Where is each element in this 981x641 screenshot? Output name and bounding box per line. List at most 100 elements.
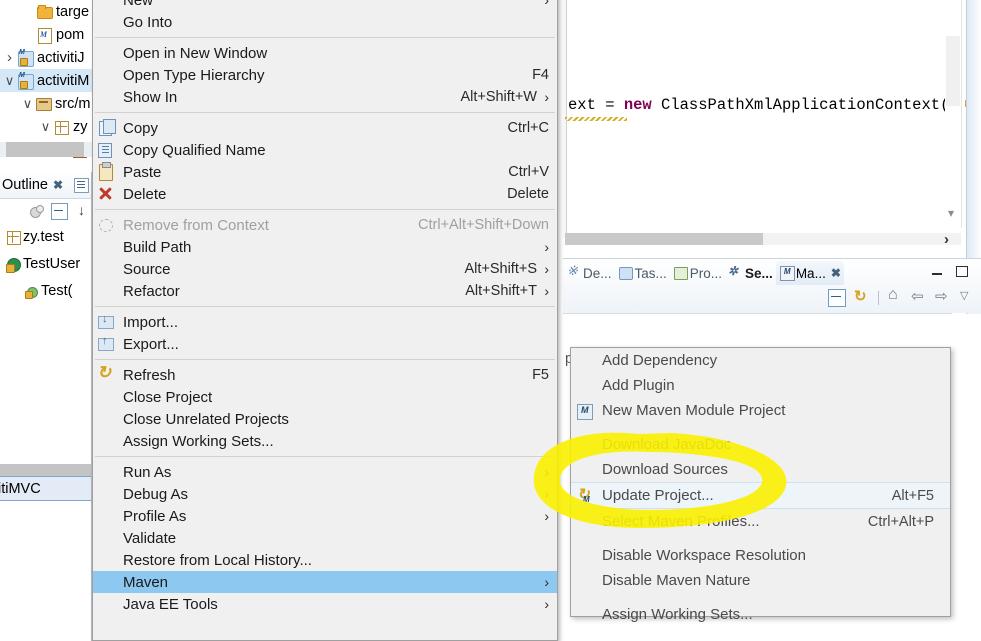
view-vscrollbar[interactable] (952, 313, 966, 493)
submenu-item-add-dependency[interactable]: Add Dependency (571, 348, 950, 373)
menu-item-validate[interactable]: Validate (93, 527, 557, 549)
chevron-down-icon[interactable]: ▾ (948, 206, 954, 220)
maven-submenu[interactable]: Add Dependency Add Plugin New Maven Module… (570, 347, 951, 623)
submenu-item-add-plugin[interactable]: Add Plugin (571, 373, 950, 398)
outline-item[interactable]: Test( (0, 277, 92, 304)
chevron-down-icon[interactable] (75, 202, 90, 219)
tab-se[interactable]: Se... (725, 261, 776, 285)
back-icon[interactable] (911, 287, 927, 306)
outline-tab[interactable]: Outline ✖ (0, 172, 92, 199)
menu-item-copy-qualified-name[interactable]: Copy Qualified Name (93, 139, 557, 161)
scrollbar-thumb[interactable] (565, 233, 763, 245)
menu-item-show-in[interactable]: Show In Alt+Shift+W › (93, 86, 557, 108)
menu-item-import[interactable]: Import... (93, 311, 557, 333)
tab-label: Tas... (634, 265, 667, 281)
tree-item[interactable]: activitiM (0, 69, 92, 92)
menu-item-refactor[interactable]: Refactor Alt+Shift+T › (93, 280, 557, 302)
menu-item-go-into[interactable]: Go Into (93, 11, 557, 33)
menu-item-close-unrelated-projects[interactable]: Close Unrelated Projects (93, 408, 557, 430)
editor-vscrollbar[interactable]: ▾ (945, 0, 961, 228)
view-menu-icon[interactable] (74, 178, 89, 193)
minimize-icon[interactable] (929, 263, 945, 279)
menu-item-debug-as[interactable]: Debug As › (93, 483, 557, 505)
view-menu-icon[interactable] (959, 289, 975, 306)
package-icon (52, 118, 71, 135)
view-tabs[interactable]: De... Tas... Pro... Se... Ma... ✖ (563, 259, 981, 287)
submenu-item-download-sources[interactable]: Download Sources (571, 457, 950, 482)
submenu-item-shortcut: Ctrl+Alt+P (867, 513, 934, 530)
editor-hscrollbar[interactable]: › (565, 231, 961, 245)
menu-item-restore-from-local-history[interactable]: Restore from Local History... (93, 549, 557, 571)
close-icon[interactable]: ✖ (53, 178, 63, 192)
menu-item-export[interactable]: Export... (93, 333, 557, 355)
submenu-item-select-maven-profiles[interactable]: Select Maven Profiles... Ctrl+Alt+P (571, 509, 950, 534)
menu-item-label: Remove from Context (123, 216, 269, 234)
collapse-all-icon[interactable] (51, 202, 68, 220)
submenu-item-disable-workspace-resolution[interactable]: Disable Workspace Resolution (571, 543, 950, 568)
maximize-icon[interactable] (953, 263, 969, 279)
menu-item-maven[interactable]: Maven › (93, 571, 557, 593)
update-project-icon (571, 485, 602, 505)
tree-item[interactable]: pom (0, 23, 92, 46)
tree-item[interactable]: zy (0, 115, 92, 138)
close-icon[interactable]: ✖ (831, 266, 841, 280)
chevron-down-icon[interactable] (3, 74, 16, 88)
menu-item-label: Build Path (123, 238, 192, 256)
tab-ma[interactable]: Ma... ✖ (775, 261, 844, 285)
menu-item-label: Refactor (123, 282, 180, 300)
submenu-item-new-maven-module-project[interactable]: New Maven Module Project (571, 398, 950, 423)
chevron-right-icon[interactable]: › (944, 231, 949, 245)
tasks-icon (618, 266, 633, 280)
debug-icon (566, 266, 581, 280)
scrollbar-thumb[interactable] (6, 142, 84, 157)
menu-separator (95, 209, 555, 210)
chevron-right-icon[interactable] (3, 50, 16, 65)
outline-list[interactable]: zy.test TestUser Test( (0, 223, 92, 304)
code-line: ext = new ClassPathXmlApplicationContext… (568, 96, 959, 114)
menu-item-source[interactable]: Source Alt+Shift+S › (93, 258, 557, 280)
tree-item[interactable]: src/m (0, 92, 92, 115)
menu-item-paste[interactable]: Paste Ctrl+V (93, 161, 557, 183)
refresh-icon[interactable] (854, 287, 870, 306)
tree-item-label: activitiJ (37, 49, 85, 66)
menu-item-java-ee-tools[interactable]: Java EE Tools › (93, 593, 557, 615)
menu-icon-slot (571, 352, 602, 370)
chevron-down-icon[interactable] (39, 120, 52, 134)
tab-de[interactable]: De... (563, 261, 615, 285)
collapse-all-icon[interactable] (828, 289, 846, 307)
package-explorer-hscrollbar[interactable] (0, 142, 92, 157)
menu-item-profile-as[interactable]: Profile As › (93, 505, 557, 527)
menu-item-build-path[interactable]: Build Path › (93, 236, 557, 258)
chevron-down-icon[interactable] (21, 97, 34, 111)
outline-item[interactable]: TestUser (0, 250, 92, 277)
menu-item-refresh[interactable]: Refresh F5 (93, 364, 557, 386)
menu-icon-slot (93, 463, 123, 481)
menu-item-assign-working-sets[interactable]: Assign Working Sets... (93, 430, 557, 452)
menu-item-delete[interactable]: Delete Delete (93, 183, 557, 205)
menu-item-open-in-new-window[interactable]: Open in New Window (93, 42, 557, 64)
menu-item-shortcut: Ctrl+V (508, 164, 549, 180)
code-editor[interactable]: ext = new ClassPathXmlApplicationContext… (563, 0, 981, 245)
outline-item[interactable]: zy.test (0, 223, 92, 250)
submenu-item-assign-working-sets[interactable]: Assign Working Sets... (571, 602, 950, 627)
submenu-item-download-javadoc[interactable]: Download JavaDoc (571, 432, 950, 457)
scrollbar-thumb[interactable] (946, 36, 960, 106)
sort-icon[interactable] (29, 204, 44, 219)
forward-icon[interactable] (935, 287, 951, 306)
tab-tas[interactable]: Tas... (615, 261, 670, 285)
menu-icon-slot (93, 573, 123, 591)
menu-item-run-as[interactable]: Run As › (93, 461, 557, 483)
menu-item-open-type-hierarchy[interactable]: Open Type Hierarchy F4 (93, 64, 557, 86)
menu-item-close-project[interactable]: Close Project (93, 386, 557, 408)
menu-item-new[interactable]: New › (93, 0, 557, 11)
menu-item-copy[interactable]: Copy Ctrl+C (93, 117, 557, 139)
view-bottom-edge (563, 630, 968, 641)
tree-item[interactable]: activitiJ (0, 46, 92, 69)
tree-item[interactable]: targe (0, 0, 92, 23)
submenu-item-update-project[interactable]: Update Project... Alt+F5 (571, 482, 950, 509)
maven-repo-icon (779, 266, 795, 281)
project-context-menu[interactable]: New › Go Into Open in New Window Open Type H… (92, 0, 558, 641)
tab-pro[interactable]: Pro... (670, 261, 725, 285)
home-icon[interactable] (887, 286, 903, 306)
submenu-item-disable-maven-nature[interactable]: Disable Maven Nature (571, 568, 950, 593)
